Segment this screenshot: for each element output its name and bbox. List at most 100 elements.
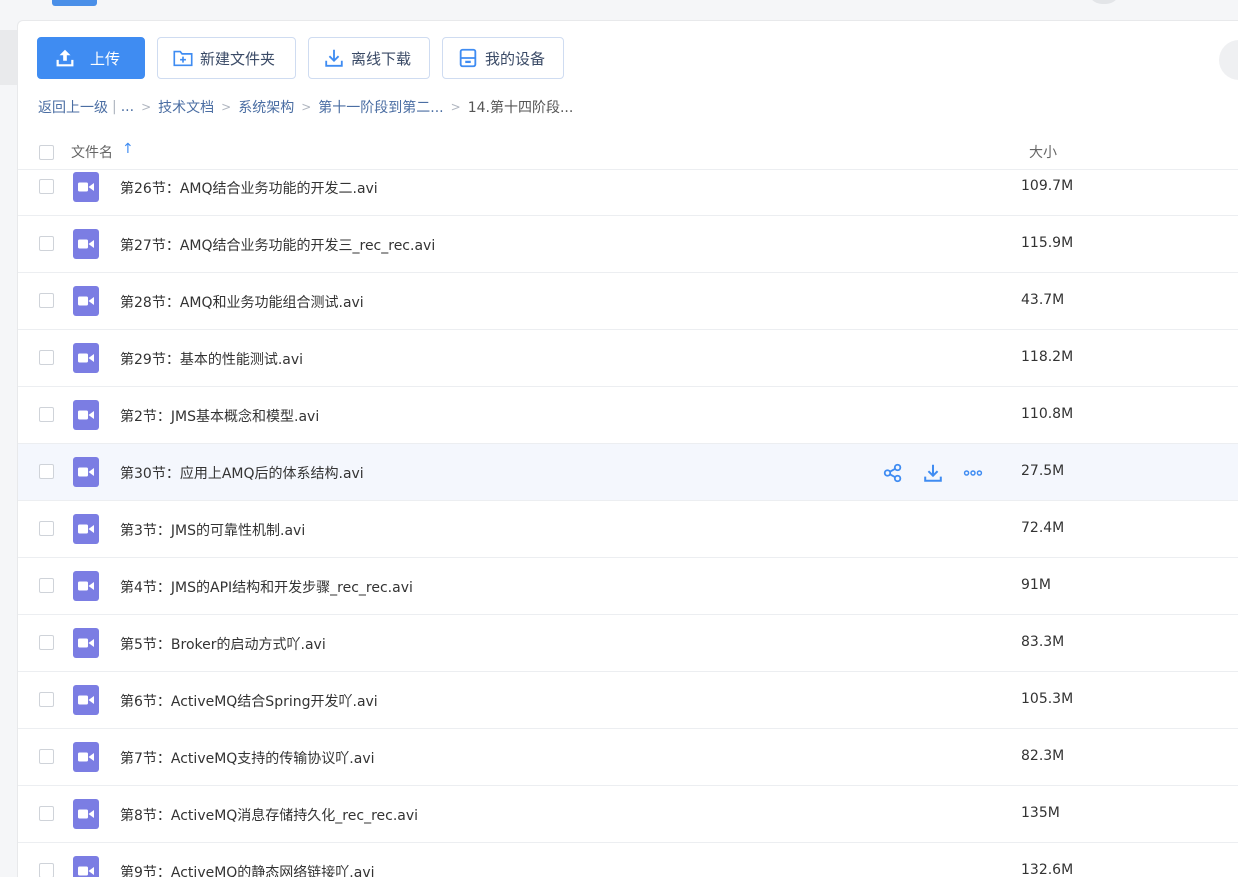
file-list: 第26节：AMQ结合业务功能的开发二.avi 109.7M 第27节：AMQ结合业务… [18, 159, 1238, 877]
file-size: 105.3M [1021, 691, 1074, 707]
file-name[interactable]: 第29节：基本的性能测试.avi [120, 349, 303, 369]
row-actions [882, 462, 986, 484]
breadcrumb-item[interactable]: 系统架构 [238, 97, 294, 117]
file-name[interactable]: 第27节：AMQ结合业务功能的开发三_rec_rec.avi [120, 235, 435, 255]
video-file-icon [73, 172, 99, 202]
file-name[interactable]: 第26节：AMQ结合业务功能的开发二.avi [120, 178, 378, 198]
my-devices-label: 我的设备 [485, 49, 546, 68]
upload-icon [56, 49, 74, 67]
file-size: 109.7M [1021, 178, 1074, 194]
file-row[interactable]: 第6节：ActiveMQ结合Spring开发吖.avi 105.3M [18, 672, 1238, 729]
file-size: 110.8M [1021, 406, 1074, 422]
sidebar-edge [0, 30, 17, 85]
breadcrumb-divider: | [112, 99, 117, 115]
breadcrumb-back[interactable]: 返回上一级 [38, 97, 108, 117]
breadcrumb-separator: > [141, 100, 152, 114]
file-row[interactable]: 第7节：ActiveMQ支持的传输协议吖.avi 82.3M [18, 729, 1238, 786]
file-row[interactable]: 第4节：JMS的API结构和开发步骤_rec_rec.avi 91M [18, 558, 1238, 615]
top-tab-strip [0, 0, 1238, 20]
avatar[interactable] [1088, 0, 1120, 4]
file-row[interactable]: 第2节：JMS基本概念和模型.avi 110.8M [18, 387, 1238, 444]
row-checkbox[interactable] [39, 236, 54, 251]
file-name[interactable]: 第8节：ActiveMQ消息存储持久化_rec_rec.avi [120, 805, 418, 825]
breadcrumb-item[interactable]: 第十一阶段到第二... [318, 97, 443, 117]
side-float-button[interactable] [1219, 40, 1238, 80]
breadcrumb-item[interactable]: 技术文档 [158, 97, 214, 117]
upload-label: 上传 [90, 49, 121, 68]
file-panel: 上传 新建文件夹 离线下载 我的设备 返回上一级 | ... > 技术文档 > … [17, 20, 1238, 877]
video-file-icon [73, 229, 99, 259]
video-file-icon [73, 286, 99, 316]
row-checkbox[interactable] [39, 749, 54, 764]
video-file-icon [73, 799, 99, 829]
toolbar: 上传 新建文件夹 离线下载 我的设备 [37, 37, 564, 81]
file-size: 27.5M [1021, 463, 1065, 479]
row-checkbox[interactable] [39, 179, 54, 194]
file-size: 135M [1021, 805, 1060, 821]
more-icon[interactable] [962, 462, 986, 484]
share-icon[interactable] [882, 462, 906, 484]
file-row[interactable]: 第5节：Broker的启动方式吖.avi 83.3M [18, 615, 1238, 672]
video-file-icon [73, 400, 99, 430]
upload-button[interactable]: 上传 [37, 37, 145, 79]
offline-download-button[interactable]: 离线下载 [308, 37, 430, 79]
file-name[interactable]: 第5节：Broker的启动方式吖.avi [120, 634, 326, 654]
file-name[interactable]: 第4节：JMS的API结构和开发步骤_rec_rec.avi [120, 577, 413, 597]
file-size: 118.2M [1021, 349, 1074, 365]
file-row[interactable]: 第9节：ActiveMQ的静态网络链接吖.avi 132.6M [18, 843, 1238, 877]
video-file-icon [73, 628, 99, 658]
file-name[interactable]: 第6节：ActiveMQ结合Spring开发吖.avi [120, 691, 378, 711]
file-name[interactable]: 第9节：ActiveMQ的静态网络链接吖.avi [120, 862, 375, 877]
row-checkbox[interactable] [39, 464, 54, 479]
video-file-icon [73, 742, 99, 772]
row-checkbox[interactable] [39, 350, 54, 365]
file-name[interactable]: 第2节：JMS基本概念和模型.avi [120, 406, 319, 426]
breadcrumb-separator: > [301, 100, 312, 114]
file-row[interactable]: 第27节：AMQ结合业务功能的开发三_rec_rec.avi 115.9M [18, 216, 1238, 273]
file-row[interactable]: 第3节：JMS的可靠性机制.avi 72.4M [18, 501, 1238, 558]
row-checkbox[interactable] [39, 806, 54, 821]
file-name[interactable]: 第28节：AMQ和业务功能组合测试.avi [120, 292, 364, 312]
select-all-checkbox[interactable] [39, 145, 54, 160]
file-size: 91M [1021, 577, 1051, 593]
breadcrumb-separator: > [221, 100, 232, 114]
file-size: 82.3M [1021, 748, 1065, 764]
file-size: 43.7M [1021, 292, 1065, 308]
offline-download-label: 离线下载 [351, 49, 412, 68]
breadcrumb: 返回上一级 | ... > 技术文档 > 系统架构 > 第十一阶段到第二... … [38, 97, 573, 117]
breadcrumb-current: 14.第十四阶段... [467, 100, 574, 116]
file-size: 115.9M [1021, 235, 1074, 251]
video-file-icon [73, 514, 99, 544]
download-icon [325, 49, 343, 67]
row-checkbox[interactable] [39, 863, 54, 877]
file-name[interactable]: 第3节：JMS的可靠性机制.avi [120, 520, 305, 540]
file-row[interactable]: 第26节：AMQ结合业务功能的开发二.avi 109.7M [18, 159, 1238, 216]
file-name[interactable]: 第30节：应用上AMQ后的体系结构.avi [120, 463, 364, 483]
file-size: 72.4M [1021, 520, 1065, 536]
breadcrumb-ellipsis[interactable]: ... [121, 99, 134, 115]
active-tab-indicator [52, 0, 97, 6]
row-checkbox[interactable] [39, 692, 54, 707]
video-file-icon [73, 856, 99, 877]
video-file-icon [73, 685, 99, 715]
file-row[interactable]: 第29节：基本的性能测试.avi 118.2M [18, 330, 1238, 387]
row-checkbox[interactable] [39, 635, 54, 650]
download-icon[interactable] [922, 462, 946, 484]
new-folder-button[interactable]: 新建文件夹 [157, 37, 296, 79]
file-row[interactable]: 第8节：ActiveMQ消息存储持久化_rec_rec.avi 135M [18, 786, 1238, 843]
my-devices-button[interactable]: 我的设备 [442, 37, 564, 79]
new-folder-icon [173, 50, 193, 67]
video-file-icon [73, 343, 99, 373]
file-size: 83.3M [1021, 634, 1065, 650]
sort-ascending-icon[interactable]: ↑ [122, 141, 134, 157]
row-checkbox[interactable] [39, 521, 54, 536]
file-row[interactable]: 第28节：AMQ和业务功能组合测试.avi 43.7M [18, 273, 1238, 330]
row-checkbox[interactable] [39, 293, 54, 308]
row-checkbox[interactable] [39, 578, 54, 593]
file-name[interactable]: 第7节：ActiveMQ支持的传输协议吖.avi [120, 748, 375, 768]
video-file-icon [73, 571, 99, 601]
file-row[interactable]: 第30节：应用上AMQ后的体系结构.avi 27.5M [18, 444, 1238, 501]
row-checkbox[interactable] [39, 407, 54, 422]
file-size: 132.6M [1021, 862, 1074, 877]
video-file-icon [73, 457, 99, 487]
